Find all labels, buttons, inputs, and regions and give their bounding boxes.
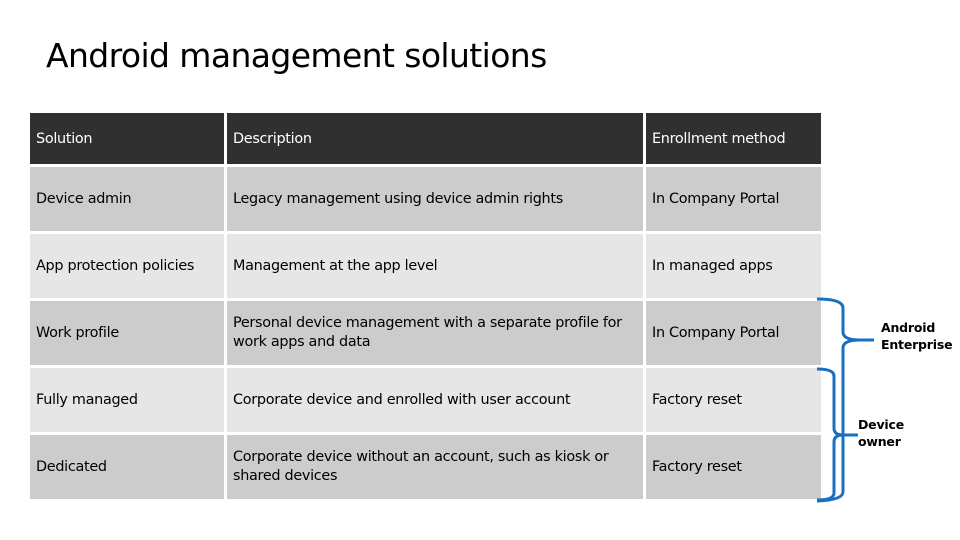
device-owner-text: Device owner (858, 417, 904, 449)
cell-solution: Fully managed (30, 368, 227, 435)
device-owner-label: Device owner (858, 416, 908, 450)
header-enrollment-method: Enrollment method (646, 113, 821, 167)
android-enterprise-brace-icon (816, 297, 874, 503)
cell-solution: Dedicated (30, 435, 227, 502)
cell-description: Corporate device without an account, suc… (227, 435, 646, 502)
cell-enrollment: In Company Portal (646, 167, 821, 234)
cell-solution: Device admin (30, 167, 227, 234)
cell-solution: Work profile (30, 301, 227, 368)
header-description: Description (227, 113, 646, 167)
table-row: Fully managed Corporate device and enrol… (30, 368, 821, 435)
cell-description: Corporate device and enrolled with user … (227, 368, 646, 435)
cell-description: Personal device management with a separa… (227, 301, 646, 368)
table-row: App protection policies Management at th… (30, 234, 821, 301)
brace-annotations (816, 297, 874, 503)
table-row: Work profile Personal device management … (30, 301, 821, 368)
android-enterprise-label: Android Enterprise (881, 319, 953, 353)
cell-enrollment: In managed apps (646, 234, 821, 301)
page-title: Android management solutions (46, 36, 547, 75)
solutions-table: Solution Description Enrollment method D… (30, 113, 821, 502)
cell-enrollment: Factory reset (646, 368, 821, 435)
table-row: Device admin Legacy management using dev… (30, 167, 821, 234)
cell-description: Management at the app level (227, 234, 646, 301)
table-row: Dedicated Corporate device without an ac… (30, 435, 821, 502)
cell-enrollment: In Company Portal (646, 301, 821, 368)
cell-solution: App protection policies (30, 234, 227, 301)
cell-description: Legacy management using device admin rig… (227, 167, 646, 234)
table-header-row: Solution Description Enrollment method (30, 113, 821, 167)
android-enterprise-text: Android Enterprise (881, 320, 953, 352)
cell-enrollment: Factory reset (646, 435, 821, 502)
header-solution: Solution (30, 113, 227, 167)
device-owner-brace-icon (816, 367, 858, 502)
